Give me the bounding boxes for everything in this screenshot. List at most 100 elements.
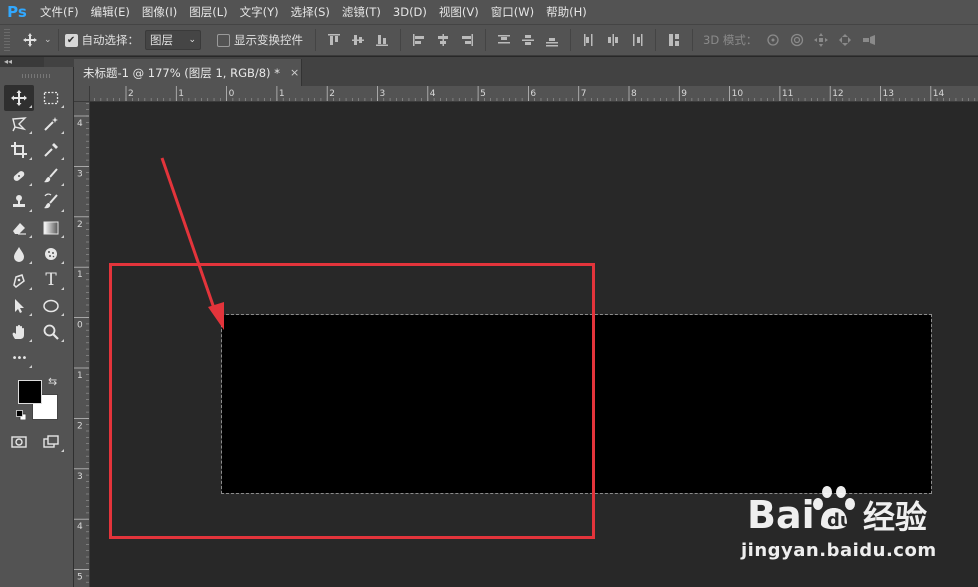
distribute-vertical-center-icon[interactable] bbox=[520, 32, 536, 48]
gradient-tool-button[interactable] bbox=[36, 215, 66, 241]
horizontal-ruler[interactable]: 2 1 0 1 2 3 4 5 6 7 8 9 10 11 12 13 14 bbox=[90, 86, 978, 102]
vertical-ruler[interactable]: 4 3 2 1 0 1 2 3 4 5 bbox=[74, 102, 90, 587]
lasso-tool-button[interactable] bbox=[4, 111, 34, 137]
tool-row: T bbox=[4, 267, 70, 293]
ruler-label: 2 bbox=[77, 220, 83, 230]
3d-pan-icon[interactable] bbox=[813, 32, 829, 48]
divider bbox=[692, 29, 694, 51]
ruler-label: 1 bbox=[77, 371, 83, 381]
menu-filter[interactable]: 滤镜(T) bbox=[336, 0, 387, 24]
vertical-ruler-ticks: 4 3 2 1 0 1 2 3 4 5 bbox=[74, 103, 89, 583]
move-tool-icon bbox=[11, 90, 27, 106]
type-tool-button[interactable]: T bbox=[36, 267, 66, 293]
distribute-right-icon[interactable] bbox=[629, 32, 645, 48]
align-right-icon[interactable] bbox=[459, 32, 475, 48]
eyedropper-tool-button[interactable] bbox=[36, 137, 66, 163]
clone-stamp-tool-button[interactable] bbox=[4, 189, 34, 215]
menu-help[interactable]: 帮助(H) bbox=[540, 0, 593, 24]
tool-row bbox=[4, 319, 70, 345]
pen-tool-button[interactable] bbox=[4, 267, 34, 293]
menu-bar: Ps 文件(F) 编辑(E) 图像(I) 图层(L) 文字(Y) 选择(S) 滤… bbox=[0, 0, 978, 24]
ruler-label: 12 bbox=[832, 89, 843, 99]
blur-tool-icon bbox=[14, 247, 24, 262]
menu-edit[interactable]: 编辑(E) bbox=[85, 0, 136, 24]
tool-row: ••• bbox=[4, 345, 70, 371]
document-tab-bar: 未标题-1 @ 177% (图层 1, RGB/8) * × bbox=[74, 57, 978, 86]
edit-toolbar-button[interactable]: ••• bbox=[4, 345, 34, 371]
brush-tool-button[interactable] bbox=[36, 163, 66, 189]
path-selection-tool-icon bbox=[15, 299, 24, 313]
zoom-tool-button[interactable] bbox=[36, 319, 66, 345]
move-tool-button[interactable] bbox=[4, 85, 34, 111]
eraser-tool-button[interactable] bbox=[4, 215, 34, 241]
marquee-tool-icon bbox=[43, 91, 59, 105]
auto-select-target-dropdown[interactable]: 图层 ⌄ bbox=[145, 30, 202, 50]
swap-colors-icon[interactable]: ⇆ bbox=[48, 375, 57, 388]
align-bottom-icon[interactable] bbox=[374, 32, 390, 48]
screen-mode-button[interactable] bbox=[36, 429, 66, 455]
move-tool-preset-icon[interactable] bbox=[22, 32, 38, 48]
align-left-icon[interactable] bbox=[411, 32, 427, 48]
pen-tool-icon bbox=[13, 274, 25, 288]
menu-window[interactable]: 窗口(W) bbox=[485, 0, 540, 24]
align-vertical-center-icon[interactable] bbox=[350, 32, 366, 48]
tools-panel: T ••• ⇆ bbox=[0, 67, 74, 587]
path-selection-tool-button[interactable] bbox=[4, 293, 34, 319]
eyedropper-tool-icon bbox=[44, 143, 58, 157]
toolbar-header-spacer bbox=[44, 57, 74, 67]
tools-panel-grip[interactable] bbox=[0, 67, 73, 85]
history-brush-tool-button[interactable] bbox=[36, 189, 66, 215]
healing-brush-tool-icon bbox=[13, 171, 25, 181]
align-top-icon[interactable] bbox=[326, 32, 342, 48]
menu-image[interactable]: 图像(I) bbox=[136, 0, 183, 24]
document-tab[interactable]: 未标题-1 @ 177% (图层 1, RGB/8) * × bbox=[74, 59, 302, 86]
eraser-tool-icon bbox=[13, 223, 26, 235]
options-grip[interactable] bbox=[4, 29, 10, 51]
auto-select-checkbox[interactable]: ✔ bbox=[64, 33, 78, 47]
distribute-top-icon[interactable] bbox=[496, 32, 512, 48]
divider bbox=[570, 29, 572, 51]
close-icon[interactable]: × bbox=[290, 66, 299, 79]
crop-tool-button[interactable] bbox=[4, 137, 34, 163]
history-brush-tool-icon bbox=[44, 193, 58, 209]
healing-brush-tool-button[interactable] bbox=[4, 163, 34, 189]
show-transform-checkbox[interactable] bbox=[217, 33, 231, 47]
align-horizontal-center-icon[interactable] bbox=[435, 32, 451, 48]
3d-orbit-icon[interactable] bbox=[765, 32, 781, 48]
show-transform-label: 显示变换控件 bbox=[234, 33, 304, 47]
quick-mask-icon bbox=[11, 436, 27, 448]
blur-tool-button[interactable] bbox=[4, 241, 34, 267]
menu-view[interactable]: 视图(V) bbox=[433, 0, 485, 24]
menu-layer[interactable]: 图层(L) bbox=[183, 0, 233, 24]
hand-tool-button[interactable] bbox=[4, 319, 34, 345]
ruler-label: 5 bbox=[77, 573, 83, 583]
ruler-label: 1 bbox=[279, 89, 285, 99]
menu-3d[interactable]: 3D(D) bbox=[387, 0, 433, 24]
default-colors-icon[interactable] bbox=[16, 410, 26, 420]
3d-slide-icon[interactable] bbox=[837, 32, 853, 48]
ellipse-tool-button[interactable] bbox=[36, 293, 66, 319]
toolbar-collapse-toggle[interactable]: ◂◂ bbox=[0, 57, 44, 67]
lasso-tool-icon bbox=[12, 117, 27, 132]
3d-roll-icon[interactable] bbox=[789, 32, 805, 48]
3d-scale-icon[interactable] bbox=[861, 32, 877, 48]
divider bbox=[315, 29, 317, 51]
sponge-tool-button[interactable] bbox=[36, 241, 66, 267]
menu-type[interactable]: 文字(Y) bbox=[234, 0, 285, 24]
ruler-label: 4 bbox=[77, 119, 83, 129]
menu-file[interactable]: 文件(F) bbox=[34, 0, 85, 24]
auto-select-target-value: 图层 bbox=[150, 33, 174, 47]
auto-align-layers-icon[interactable] bbox=[666, 32, 682, 48]
ruler-label: 3 bbox=[380, 89, 386, 99]
chevron-down-icon[interactable]: ⌄ bbox=[44, 35, 52, 45]
marquee-tool-button[interactable] bbox=[36, 85, 66, 111]
quick-mask-button[interactable] bbox=[4, 429, 34, 455]
magic-wand-tool-button[interactable] bbox=[36, 111, 66, 137]
ruler-label: 14 bbox=[933, 89, 945, 99]
menu-select[interactable]: 选择(S) bbox=[285, 0, 336, 24]
distribute-left-icon[interactable] bbox=[581, 32, 597, 48]
ruler-origin[interactable] bbox=[74, 86, 90, 102]
distribute-bottom-icon[interactable] bbox=[544, 32, 560, 48]
distribute-horizontal-center-icon[interactable] bbox=[605, 32, 621, 48]
foreground-color-swatch[interactable] bbox=[18, 380, 42, 404]
